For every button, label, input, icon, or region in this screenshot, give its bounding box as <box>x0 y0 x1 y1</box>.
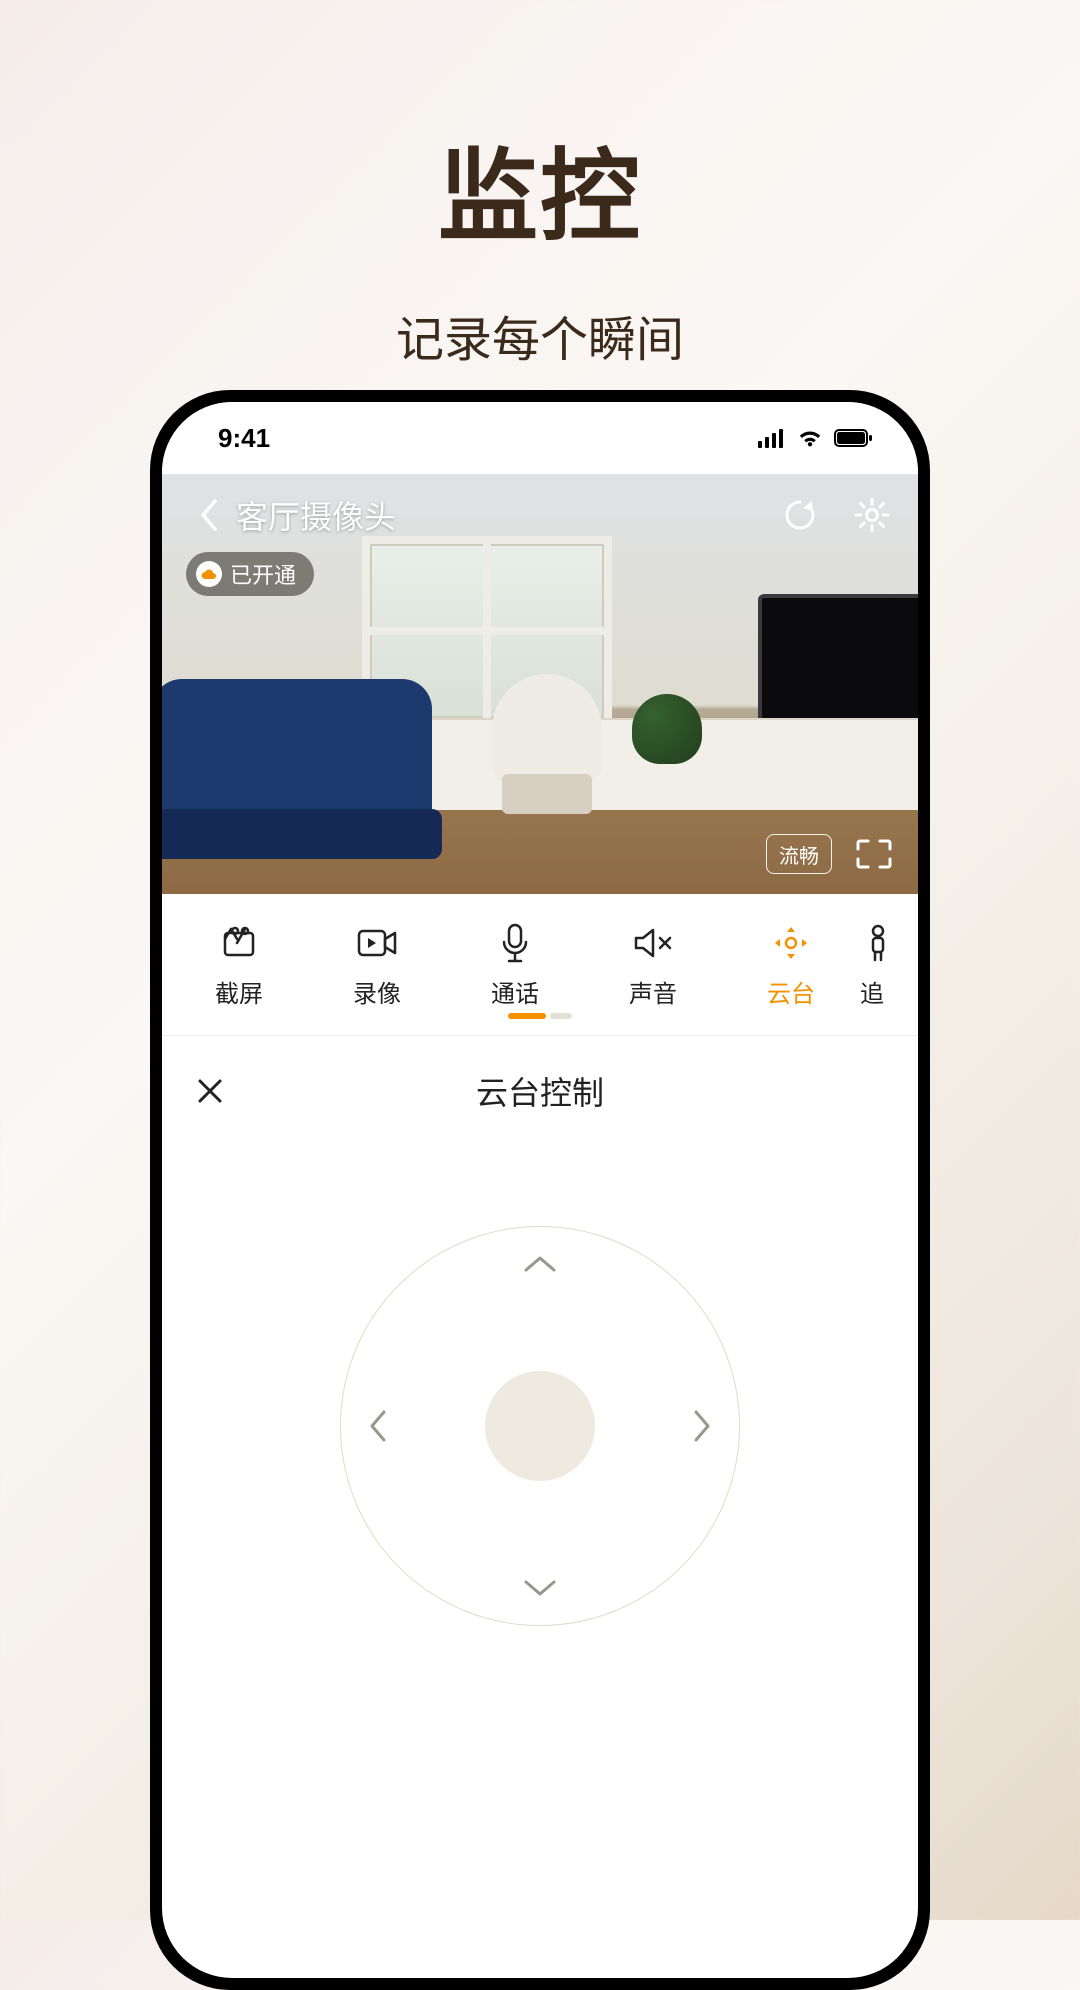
record-icon <box>356 922 398 964</box>
back-button[interactable] <box>186 493 230 537</box>
action-label: 通话 <box>491 974 539 1009</box>
wifi-icon <box>796 428 824 448</box>
ptz-down-button[interactable] <box>520 1569 560 1609</box>
ptz-wheel[interactable] <box>340 1226 740 1626</box>
status-time: 9:41 <box>218 423 270 454</box>
action-label: 云台 <box>767 974 815 1009</box>
ptz-header: 云台控制 <box>190 1066 890 1116</box>
phone-screen: 9:41 <box>162 402 918 1978</box>
marketing-title: 监控 <box>0 115 1080 260</box>
camera-live-view[interactable]: 客厅摄像头 已开通 流畅 <box>162 474 918 894</box>
room-sofa <box>162 679 432 839</box>
status-right <box>758 428 874 448</box>
status-bar: 9:41 <box>162 402 918 474</box>
cloud-status-label: 已开通 <box>230 558 296 590</box>
record-button[interactable]: 录像 <box>308 922 446 1009</box>
ptz-up-button[interactable] <box>520 1243 560 1283</box>
action-label: 追 <box>860 974 884 1009</box>
sound-button[interactable]: 声音 <box>584 922 722 1009</box>
action-label: 截屏 <box>215 974 263 1009</box>
settings-button[interactable] <box>850 493 894 537</box>
track-button[interactable]: 追 <box>860 922 910 1009</box>
signal-icon <box>758 428 786 448</box>
ptz-panel: 云台控制 <box>162 1036 918 1666</box>
phone-frame: 9:41 <box>150 390 930 1990</box>
marketing-subtitle: 记录每个瞬间 <box>0 300 1080 370</box>
ptz-center-button[interactable] <box>485 1371 595 1481</box>
action-label: 录像 <box>353 974 401 1009</box>
cloud-status-badge[interactable]: 已开通 <box>186 552 314 596</box>
ptz-title: 云台控制 <box>190 1068 890 1114</box>
ptz-button[interactable]: 云台 <box>722 922 860 1009</box>
track-icon <box>860 922 902 964</box>
refresh-button[interactable] <box>778 493 822 537</box>
camera-top-bar: 客厅摄像头 <box>162 492 918 538</box>
room-tv <box>758 594 918 724</box>
ptz-icon <box>770 922 812 964</box>
battery-icon <box>834 428 874 448</box>
talk-button[interactable]: 通话 <box>446 922 584 1009</box>
mic-icon <box>494 922 536 964</box>
room-plant <box>632 694 702 764</box>
room-chair <box>492 674 602 784</box>
speaker-mute-icon <box>632 922 674 964</box>
quality-button[interactable]: 流畅 <box>766 834 832 874</box>
ptz-left-button[interactable] <box>357 1406 397 1446</box>
quality-label: 流畅 <box>779 840 819 869</box>
action-label: 声音 <box>629 974 677 1009</box>
cloud-icon <box>196 561 222 587</box>
action-page-indicator <box>162 1013 918 1019</box>
marketing-headline: 监控 记录每个瞬间 <box>0 0 1080 370</box>
ptz-right-button[interactable] <box>683 1406 723 1446</box>
camera-title: 客厅摄像头 <box>236 492 396 538</box>
screenshot-icon <box>218 922 260 964</box>
screenshot-button[interactable]: 截屏 <box>170 922 308 1009</box>
fullscreen-button[interactable] <box>850 834 898 874</box>
action-bar: 截屏 录像 通话 声音 <box>162 894 918 1025</box>
